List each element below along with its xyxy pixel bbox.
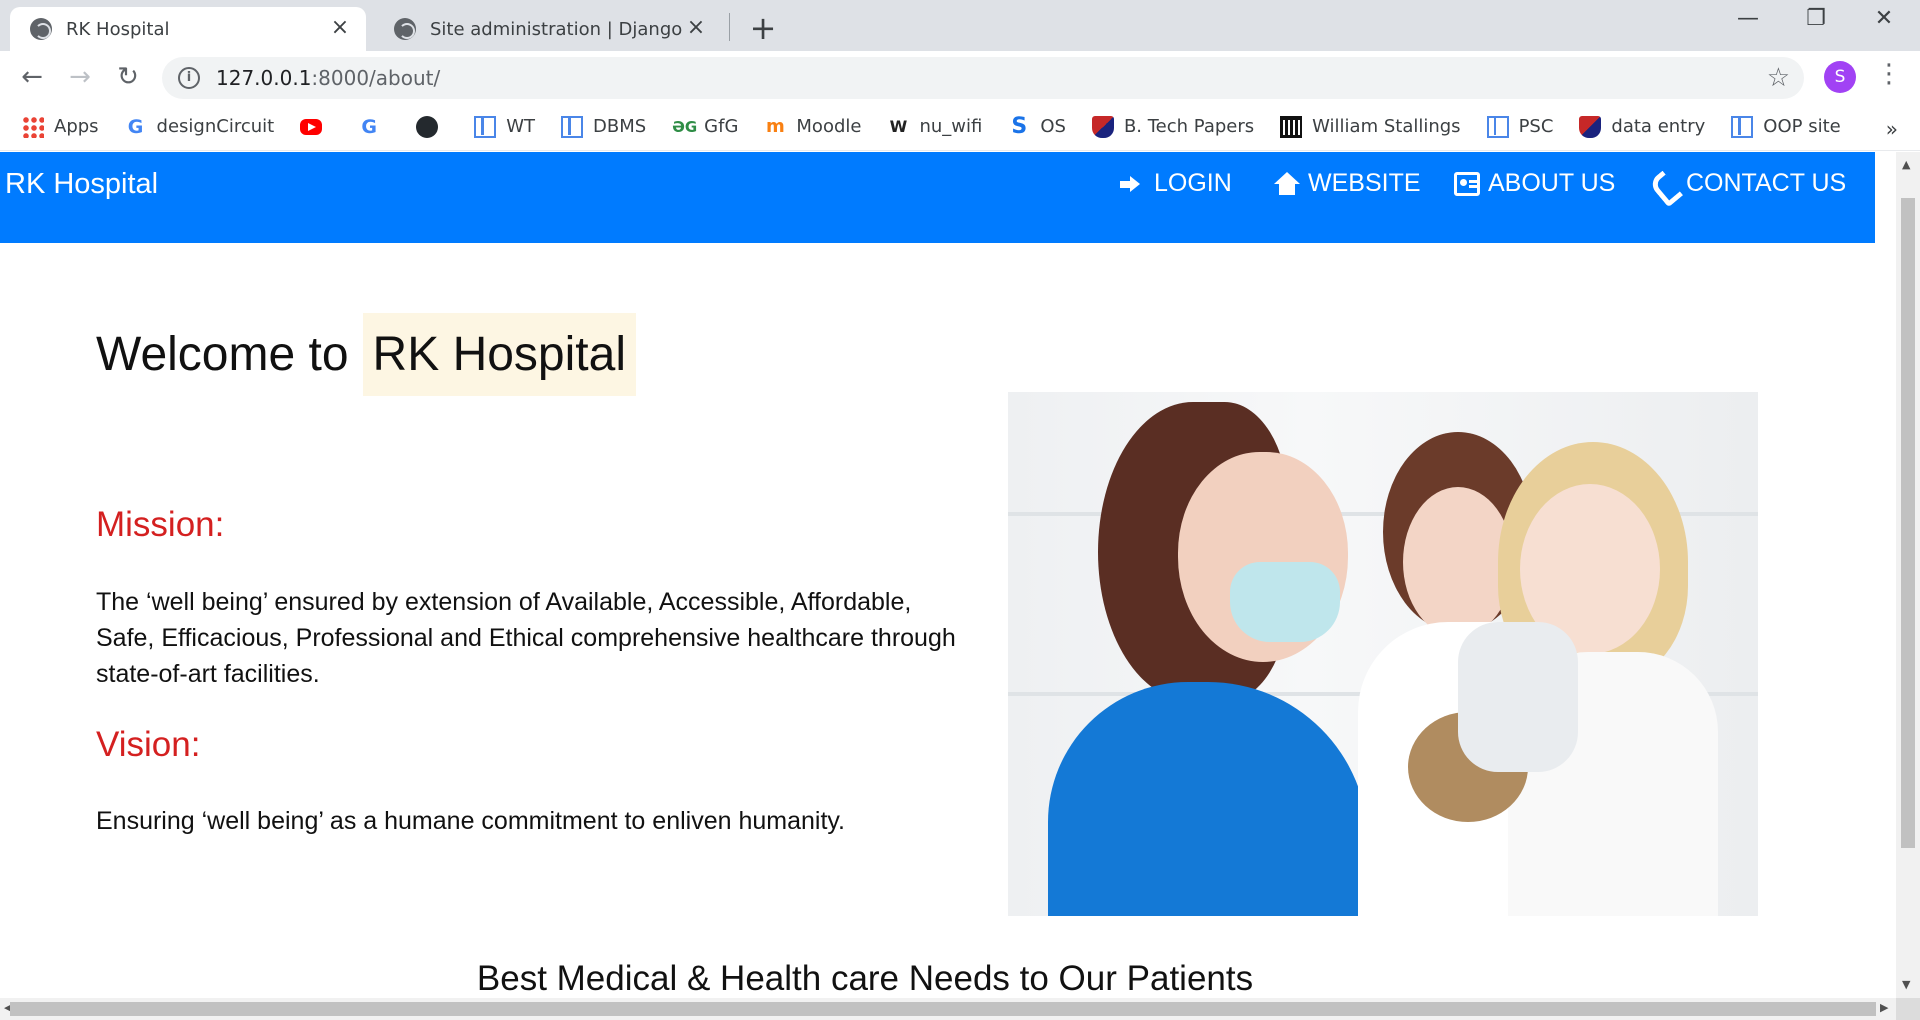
page-viewport: RK Hospital LOGIN WEBSITE ABOUT US CONTA… bbox=[0, 152, 1896, 998]
profile-avatar[interactable]: S bbox=[1824, 61, 1856, 93]
page-icon bbox=[561, 115, 583, 138]
welcome-heading: Welcome to RK Hospital bbox=[96, 313, 636, 396]
phone-icon bbox=[1652, 172, 1678, 196]
new-tab-button[interactable]: + bbox=[748, 9, 778, 47]
page-icon bbox=[1486, 115, 1509, 138]
restore-button[interactable]: ❐ bbox=[1796, 6, 1836, 38]
github-icon bbox=[416, 115, 439, 138]
vertical-scrollbar[interactable]: ▲ ▼ bbox=[1896, 152, 1920, 998]
s-icon: S bbox=[1011, 113, 1028, 139]
tab-rk-hospital[interactable]: RK Hospital × bbox=[10, 7, 366, 51]
address-bar[interactable]: i 127.0.0.1:8000/about/ ☆ bbox=[162, 57, 1804, 99]
site-navbar: RK Hospital LOGIN WEBSITE ABOUT US CONTA… bbox=[0, 152, 1875, 243]
shield-icon bbox=[1091, 115, 1114, 138]
nav-login[interactable]: LOGIN bbox=[1120, 169, 1232, 198]
url-text[interactable]: 127.0.0.1:8000/about/ bbox=[216, 66, 440, 90]
vision-text: Ensuring ‘well being’ as a humane commit… bbox=[96, 807, 845, 835]
bookmark-gfg[interactable]: ƏG GfG bbox=[672, 116, 738, 138]
back-button[interactable]: ← bbox=[16, 61, 48, 93]
home-icon bbox=[1274, 171, 1300, 196]
apps-grid-icon bbox=[22, 115, 44, 138]
close-tab-icon[interactable]: × bbox=[684, 17, 708, 41]
vertical-scroll-thumb[interactable] bbox=[1901, 198, 1915, 848]
nav-label: ABOUT US bbox=[1488, 169, 1616, 197]
bookmarks-overflow-icon[interactable]: » bbox=[1886, 117, 1898, 141]
site-info-icon[interactable]: i bbox=[178, 67, 200, 89]
bookmark-psc[interactable]: PSC bbox=[1486, 115, 1553, 138]
nav-about-us[interactable]: ABOUT US bbox=[1454, 169, 1615, 198]
bookmark-oop-site[interactable]: OOP site bbox=[1731, 115, 1841, 138]
horizontal-scroll-thumb[interactable] bbox=[10, 1002, 1876, 1016]
nav-label: WEBSITE bbox=[1308, 169, 1421, 197]
reload-button[interactable]: ↻ bbox=[112, 61, 144, 93]
tab-strip: RK Hospital × Site administration | Djan… bbox=[0, 0, 1920, 51]
google-icon: G bbox=[127, 115, 144, 138]
nav-label: LOGIN bbox=[1154, 169, 1232, 197]
page-icon bbox=[474, 115, 497, 138]
bookmark-moodle[interactable]: m Moodle bbox=[764, 116, 861, 138]
w-icon: W bbox=[889, 116, 908, 136]
bookmark-os[interactable]: S OS bbox=[1008, 113, 1066, 139]
mission-heading: Mission: bbox=[96, 505, 225, 544]
bookmark-designcircuit[interactable]: GdesignCircuit bbox=[125, 115, 274, 138]
site-brand[interactable]: RK Hospital bbox=[5, 168, 158, 201]
vision-heading: Vision: bbox=[96, 725, 201, 764]
tab-title: RK Hospital bbox=[66, 18, 170, 40]
bookmark-nu-wifi[interactable]: Wnu_wifi bbox=[887, 116, 983, 138]
bookmark-data-entry[interactable]: data entry bbox=[1579, 115, 1705, 138]
nav-website[interactable]: WEBSITE bbox=[1274, 169, 1421, 198]
youtube-icon bbox=[300, 118, 323, 135]
scroll-down-icon[interactable]: ▼ bbox=[1902, 978, 1910, 991]
browser-toolbar: ← → ↻ i 127.0.0.1:8000/about/ ☆ S ⋮ bbox=[0, 51, 1920, 103]
tab-title: Site administration | Django site admin bbox=[430, 18, 684, 40]
minimize-button[interactable]: — bbox=[1728, 6, 1768, 38]
bookmark-youtube[interactable] bbox=[300, 118, 332, 135]
horizontal-scrollbar[interactable]: ◀ ▶ bbox=[0, 998, 1896, 1020]
bookmark-btech-papers[interactable]: B. Tech Papers bbox=[1091, 115, 1254, 138]
scrollbar-corner bbox=[1896, 998, 1920, 1020]
mission-text: The ‘well being’ ensured by extension of… bbox=[96, 588, 956, 688]
tab-separator bbox=[729, 13, 730, 41]
nav-label: CONTACT US bbox=[1686, 169, 1847, 197]
gfg-icon: ƏG bbox=[672, 117, 698, 136]
shield-icon bbox=[1579, 115, 1602, 138]
globe-icon bbox=[30, 18, 52, 40]
hospital-photo bbox=[1008, 392, 1758, 916]
close-tab-icon[interactable]: × bbox=[328, 17, 352, 41]
scroll-up-icon[interactable]: ▲ bbox=[1902, 158, 1910, 171]
section-heading-best-care: Best Medical & Health care Needs to Our … bbox=[476, 959, 1254, 998]
bookmark-google[interactable]: G bbox=[358, 116, 390, 138]
bookmark-star-icon[interactable]: ☆ bbox=[1767, 63, 1790, 93]
browser-menu-icon[interactable]: ⋮ bbox=[1876, 59, 1902, 89]
tab-django-admin[interactable]: Site administration | Django site admin … bbox=[374, 7, 722, 51]
moodle-icon: m bbox=[766, 115, 785, 137]
page-icon bbox=[1731, 115, 1754, 138]
bookmark-github[interactable] bbox=[416, 115, 448, 138]
bookmark-dbms[interactable]: DBMS bbox=[561, 115, 646, 138]
id-card-icon bbox=[1454, 171, 1480, 196]
nav-contact-us[interactable]: CONTACT US bbox=[1652, 169, 1846, 198]
bookmark-wt[interactable]: WT bbox=[474, 115, 535, 138]
welcome-highlight: RK Hospital bbox=[362, 313, 636, 396]
globe-icon bbox=[394, 18, 416, 40]
close-window-button[interactable]: ✕ bbox=[1864, 6, 1904, 38]
pillars-icon bbox=[1280, 115, 1303, 138]
welcome-prefix: Welcome to bbox=[96, 328, 349, 381]
forward-button[interactable]: → bbox=[64, 61, 96, 93]
bookmarks-bar: Apps GdesignCircuit G WT DBMS ƏG GfG m Moo… bbox=[0, 103, 1920, 151]
google-icon: G bbox=[361, 115, 377, 138]
bookmark-william-stallings[interactable]: William Stallings bbox=[1280, 115, 1461, 138]
scroll-right-icon[interactable]: ▶ bbox=[1880, 1001, 1888, 1014]
bookmark-apps[interactable]: Apps bbox=[22, 115, 99, 138]
sign-in-icon bbox=[1120, 172, 1146, 196]
